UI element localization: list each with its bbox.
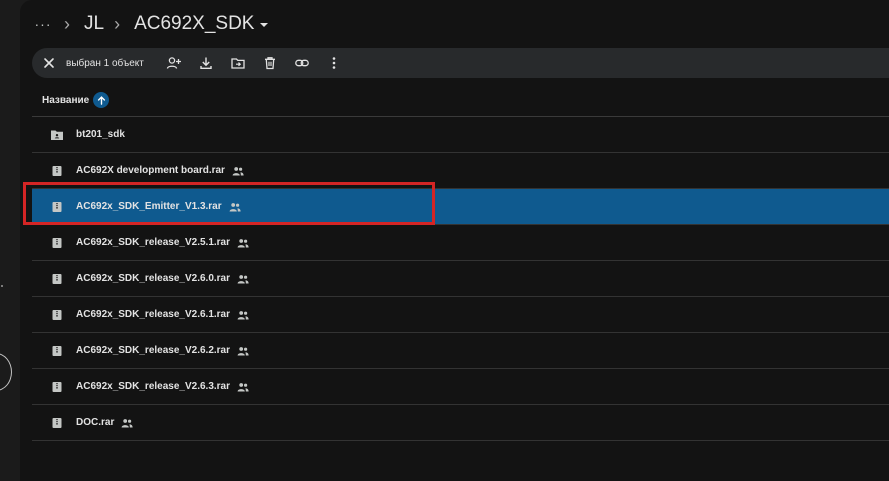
file-name: DOC.rar xyxy=(76,417,115,428)
caret-down-icon xyxy=(260,23,269,27)
shared-people-icon xyxy=(237,238,249,247)
shared-icon xyxy=(237,382,249,392)
archive-file-icon xyxy=(52,237,62,248)
archive-file-icon xyxy=(52,345,62,356)
selection-count: выбран 1 объект xyxy=(66,57,144,69)
file-row[interactable]: AC692x_SDK_release_V2.6.0.rar xyxy=(32,261,889,297)
file-row[interactable]: AC692x_SDK_release_V2.6.3.rar xyxy=(32,369,889,405)
shared-icon xyxy=(237,310,249,320)
file-name: AC692x_SDK_release_V2.6.3.rar xyxy=(76,381,230,392)
file-name: AC692x_SDK_Emitter_V1.3.rar xyxy=(76,201,222,212)
archive-file-icon xyxy=(52,201,62,212)
file-name: bt201_sdk xyxy=(76,129,125,140)
selection-toolbar: выбран 1 объект xyxy=(32,48,889,78)
chevron-right-icon: › xyxy=(114,13,121,34)
archive-icon xyxy=(50,236,64,250)
shared-icon xyxy=(237,346,249,356)
archive-icon xyxy=(50,416,64,430)
shared-icon xyxy=(237,274,249,284)
file-row[interactable]: AC692x_SDK_release_V2.5.1.rar xyxy=(32,225,889,261)
person-add-icon xyxy=(166,57,181,69)
download-button[interactable] xyxy=(190,48,222,78)
shared-people-icon xyxy=(229,202,241,211)
breadcrumb-current-label: AC692X_SDK xyxy=(134,13,255,34)
file-name: AC692x_SDK_release_V2.6.0.rar xyxy=(76,273,230,284)
shared-people-icon xyxy=(232,166,244,175)
archive-file-icon xyxy=(52,273,62,284)
link-icon xyxy=(294,59,309,67)
archive-icon xyxy=(50,380,64,394)
left-rail xyxy=(0,0,20,481)
arrow-up-icon xyxy=(97,95,105,105)
shared-people-icon xyxy=(237,346,249,355)
file-row[interactable]: AC692X development board.rar xyxy=(32,153,889,189)
file-row[interactable]: AC692x_SDK_release_V2.6.1.rar xyxy=(32,297,889,333)
breadcrumb-more-button[interactable]: ··· xyxy=(32,13,54,35)
archive-file-icon xyxy=(52,381,62,392)
archive-icon xyxy=(50,344,64,358)
close-icon xyxy=(44,58,54,68)
file-name: AC692x_SDK_release_V2.6.1.rar xyxy=(76,309,230,320)
left-rail-avatar-ring[interactable] xyxy=(0,353,12,391)
chevron-right-icon: › xyxy=(64,13,70,34)
share-button[interactable] xyxy=(158,48,190,78)
archive-icon xyxy=(50,272,64,286)
archive-icon xyxy=(50,200,64,214)
breadcrumb: ··· › JL › AC692X_SDK xyxy=(32,10,269,38)
archive-file-icon xyxy=(52,165,62,176)
archive-file-icon xyxy=(52,309,62,320)
archive-icon xyxy=(50,164,64,178)
delete-button[interactable] xyxy=(254,48,286,78)
file-row[interactable]: AC692x_SDK_release_V2.6.2.rar xyxy=(32,333,889,369)
shared-icon xyxy=(229,202,241,212)
shared-folder-icon xyxy=(51,130,63,140)
file-name: AC692X development board.rar xyxy=(76,165,225,176)
sort-toggle-button[interactable] xyxy=(93,92,110,108)
move-button[interactable] xyxy=(222,48,254,78)
file-name: AC692x_SDK_release_V2.5.1.rar xyxy=(76,237,230,248)
shared-icon xyxy=(232,166,244,176)
folder-move-icon xyxy=(231,58,245,69)
folder-icon xyxy=(50,128,64,142)
file-browser: ··· › JL › AC692X_SDK выбран 1 объект На… xyxy=(20,0,889,481)
breadcrumb-current-folder[interactable]: AC692X_SDK xyxy=(134,13,269,35)
shared-people-icon xyxy=(237,310,249,319)
more-vert-icon xyxy=(332,57,336,69)
shared-people-icon xyxy=(237,382,249,391)
breadcrumb-item-jl[interactable]: JL xyxy=(84,13,104,35)
more-actions-button[interactable] xyxy=(318,48,350,78)
shared-people-icon xyxy=(121,418,133,427)
download-icon xyxy=(200,57,212,69)
file-list: bt201_sdk AC692X development board.rar AC6… xyxy=(32,117,889,441)
file-name: AC692x_SDK_release_V2.6.2.rar xyxy=(76,345,230,356)
archive-file-icon xyxy=(52,417,62,428)
file-row[interactable]: DOC.rar xyxy=(32,405,889,441)
name-column-label: Название xyxy=(42,94,90,106)
shared-icon xyxy=(121,418,133,428)
file-row[interactable]: bt201_sdk xyxy=(32,117,889,153)
file-row[interactable]: AC692x_SDK_Emitter_V1.3.rar xyxy=(32,189,889,225)
copy-link-button[interactable] xyxy=(286,48,318,78)
clear-selection-button[interactable] xyxy=(34,48,64,78)
archive-icon xyxy=(50,308,64,322)
shared-people-icon xyxy=(237,274,249,283)
shared-icon xyxy=(237,238,249,248)
name-column-header[interactable]: Название xyxy=(42,90,110,110)
trash-icon xyxy=(264,57,275,70)
left-rail-dot xyxy=(1,285,3,287)
